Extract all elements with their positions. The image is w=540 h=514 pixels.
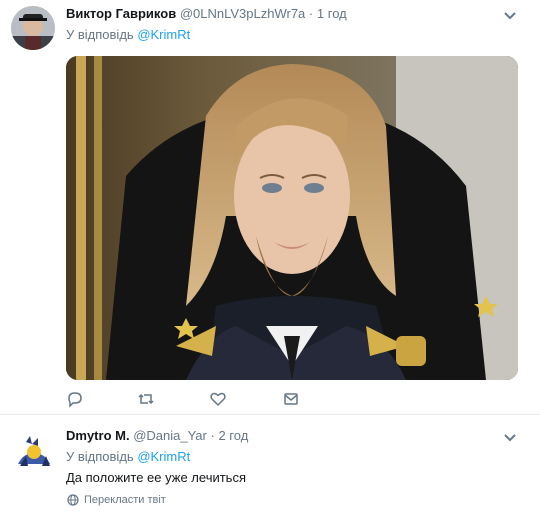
like-button[interactable] xyxy=(209,390,227,408)
tweet: Виктор Гавриков @0LNnLV3pLzhWr7a · 1 год… xyxy=(0,0,540,415)
photo-image xyxy=(66,56,518,380)
reply-context: У відповідь @KrimRt xyxy=(66,27,190,42)
tweet-text: Да положите ее уже лечиться xyxy=(66,470,246,485)
author-name[interactable]: Dmytro M. xyxy=(66,428,130,443)
author-name[interactable]: Виктор Гавриков xyxy=(66,6,176,21)
reply-button[interactable] xyxy=(66,390,84,408)
tweet-header: Виктор Гавриков @0LNnLV3pLzhWr7a · 1 год xyxy=(66,6,347,21)
reply-prefix: У відповідь xyxy=(66,449,134,464)
reply-icon xyxy=(68,392,82,408)
tweet-actions xyxy=(66,390,366,408)
chevron-down-icon xyxy=(504,434,516,442)
chevron-down-icon xyxy=(504,12,516,20)
author-avatar[interactable] xyxy=(11,6,55,50)
avatar-image xyxy=(14,432,54,472)
more-menu-button[interactable] xyxy=(502,431,518,443)
separator-dot: · xyxy=(210,428,215,443)
tweet-header: Dmytro M. @Dania_Yar · 2 год xyxy=(66,428,248,443)
more-menu-button[interactable] xyxy=(502,9,518,21)
tweet-photo[interactable] xyxy=(66,56,518,380)
tweet-time[interactable]: 2 год xyxy=(218,428,248,443)
heart-icon xyxy=(210,392,226,407)
reply-to-link[interactable]: @KrimRt xyxy=(137,449,190,464)
tweet-time[interactable]: 1 год xyxy=(317,6,347,21)
globe-icon xyxy=(67,494,79,506)
author-avatar[interactable] xyxy=(14,432,54,472)
translate-label: Перекласти твіт xyxy=(84,494,166,506)
reply-prefix: У відповідь xyxy=(66,27,134,42)
author-handle[interactable]: @0LNnLV3pLzhWr7a xyxy=(180,6,305,21)
reply-to-link[interactable]: @KrimRt xyxy=(137,27,190,42)
author-handle[interactable]: @Dania_Yar xyxy=(133,428,207,443)
translate-tweet-link[interactable]: Перекласти твіт xyxy=(66,494,166,506)
avatar-image xyxy=(11,6,55,50)
retweet-icon xyxy=(138,393,154,405)
reply-context: У відповідь @KrimRt xyxy=(66,449,190,464)
separator-dot: · xyxy=(308,6,314,21)
retweet-button[interactable] xyxy=(137,390,155,408)
envelope-icon xyxy=(284,393,298,405)
direct-message-button[interactable] xyxy=(282,390,300,408)
